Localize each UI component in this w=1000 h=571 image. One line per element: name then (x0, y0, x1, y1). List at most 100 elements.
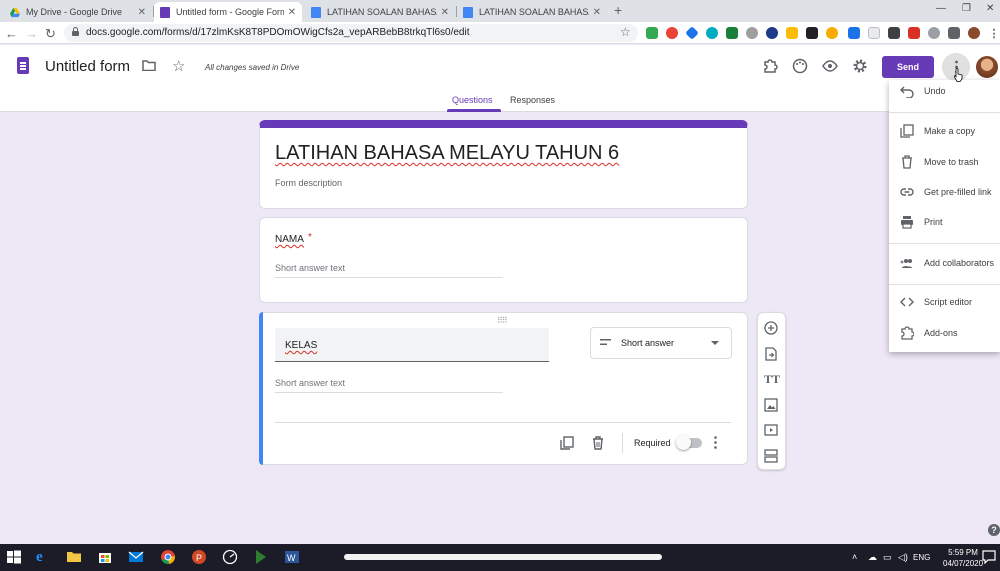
close-tab-icon[interactable]: ✕ (288, 7, 296, 18)
extension-icon[interactable] (848, 27, 860, 39)
help-icon[interactable]: ? (988, 524, 1000, 536)
settings-gear-icon[interactable] (852, 58, 868, 74)
tray-chevron-icon[interactable]: ˄ (852, 552, 857, 562)
chrome-icon[interactable] (160, 549, 176, 565)
browser-tab-docs-2[interactable]: LATIHAN SOALAN BAHASA MEL ✕ (457, 2, 607, 22)
delete-icon[interactable] (592, 436, 604, 450)
answer-underline (275, 392, 503, 393)
folder-icon[interactable] (142, 60, 156, 71)
extension-icon[interactable] (928, 27, 940, 39)
duplicate-icon[interactable] (560, 436, 574, 450)
menu-item-add-collaborators[interactable]: Add collaborators (900, 255, 994, 271)
extensions-puzzle-icon[interactable] (948, 27, 960, 39)
app-icon[interactable] (222, 549, 238, 565)
add-question-icon[interactable] (764, 321, 778, 335)
word-icon[interactable]: W (284, 549, 300, 565)
back-icon[interactable]: ← (5, 26, 18, 41)
add-section-icon[interactable] (764, 449, 778, 463)
question-title[interactable]: KELAS (285, 340, 317, 351)
forms-logo-icon[interactable] (17, 57, 29, 74)
extension-icon[interactable] (666, 27, 678, 39)
tab-questions[interactable]: Questions (452, 95, 493, 105)
extension-icon[interactable] (646, 27, 658, 39)
menu-item-label: Make a copy (924, 126, 976, 136)
import-questions-icon[interactable] (764, 347, 778, 361)
menu-item-print[interactable]: Print (900, 214, 943, 230)
close-window-icon[interactable]: ✕ (986, 3, 994, 14)
tab-responses[interactable]: Responses (510, 95, 555, 105)
question-more-icon[interactable] (714, 436, 717, 449)
preview-eye-icon[interactable] (822, 58, 838, 74)
profile-icon[interactable] (968, 27, 980, 39)
extension-icon[interactable] (888, 27, 900, 39)
svg-text:W: W (287, 553, 296, 563)
add-video-icon[interactable] (764, 423, 778, 437)
new-tab-button[interactable]: + (614, 2, 622, 18)
form-description-field[interactable]: Form description (275, 178, 342, 188)
document-title[interactable]: Untitled form (45, 58, 130, 75)
drag-handle-icon[interactable]: ⠿⠿ (497, 316, 508, 325)
browser-tab-docs-1[interactable]: LATIHAN SOALAN BAHASA MEL ✕ (305, 2, 455, 22)
menu-item-script-editor[interactable]: Script editor (900, 294, 972, 310)
notification-icon[interactable] (982, 550, 996, 564)
edge-icon[interactable]: e (36, 549, 52, 565)
short-answer-placeholder: Short answer text (275, 378, 346, 388)
reload-icon[interactable]: ↻ (45, 26, 56, 42)
extension-icon[interactable] (706, 27, 718, 39)
close-tab-icon[interactable]: ✕ (441, 7, 449, 18)
menu-item-undo[interactable]: Undo (900, 83, 946, 99)
question-title[interactable]: NAMA (275, 234, 304, 245)
add-image-icon[interactable] (764, 398, 778, 412)
palette-icon[interactable] (792, 58, 808, 74)
add-title-icon[interactable]: TT (764, 372, 780, 386)
forward-icon[interactable]: → (25, 26, 38, 41)
tab-title: LATIHAN SOALAN BAHASA MEL (327, 7, 437, 17)
menu-item-move-to-trash[interactable]: Move to trash (900, 154, 979, 170)
question-card-nama[interactable] (259, 217, 748, 303)
extension-icon[interactable] (908, 27, 920, 39)
extension-icon[interactable] (806, 27, 818, 39)
close-tab-icon[interactable]: ✕ (138, 7, 146, 18)
required-asterisk: * (308, 232, 312, 243)
extension-icon[interactable] (786, 27, 798, 39)
extension-icon[interactable] (726, 27, 738, 39)
minimize-icon[interactable]: — (936, 3, 946, 14)
addons-puzzle-icon[interactable] (762, 58, 778, 74)
close-tab-icon[interactable]: ✕ (593, 7, 601, 18)
browser-tab-drive[interactable]: My Drive - Google Drive ✕ (4, 2, 152, 22)
avatar[interactable] (976, 56, 998, 78)
volume-icon[interactable]: ◁) (898, 552, 908, 563)
extension-icon[interactable] (868, 27, 880, 39)
media-app-icon[interactable] (253, 549, 269, 565)
windows-start-icon[interactable] (6, 549, 22, 565)
mouse-cursor-icon (954, 68, 963, 82)
url-text[interactable]: docs.google.com/forms/d/17zlmKsK8T8PDOmO… (86, 27, 470, 38)
bookmark-star-icon[interactable]: ☆ (620, 25, 631, 39)
add-people-icon (900, 259, 912, 268)
network-icon[interactable]: ▭ (883, 552, 892, 563)
powerpoint-icon[interactable]: P (191, 549, 207, 565)
browser-tab-forms[interactable]: Untitled form - Google Forms ✕ (154, 2, 302, 22)
extension-icon[interactable] (746, 27, 758, 39)
menu-divider (889, 284, 1000, 285)
form-title[interactable]: LATIHAN BAHASA MELAYU TAHUN 6 (275, 142, 619, 165)
store-icon[interactable] (97, 549, 113, 565)
mail-icon[interactable] (128, 549, 144, 565)
language-indicator[interactable]: ENG (913, 553, 930, 562)
menu-item-add-ons[interactable]: Add-ons (900, 325, 958, 341)
active-tab-indicator (447, 109, 501, 112)
star-icon[interactable]: ☆ (172, 57, 185, 75)
clock[interactable]: 5:59 PM 04/07/2020 (943, 547, 983, 569)
cloud-icon[interactable]: ☁ (868, 552, 877, 563)
forms-favicon-icon (160, 6, 170, 18)
menu-item-prefilled-link[interactable]: Get pre-filled link (900, 184, 992, 200)
file-explorer-icon[interactable] (66, 549, 82, 565)
menu-item-make-copy[interactable]: Make a copy (900, 123, 975, 139)
browser-menu-icon[interactable]: ⋮ (988, 27, 1000, 40)
extension-icon[interactable] (766, 27, 778, 39)
required-toggle-knob[interactable] (676, 435, 691, 450)
send-button[interactable]: Send (882, 56, 934, 78)
copy-icon (900, 124, 914, 138)
extension-icon[interactable] (826, 27, 838, 39)
restore-icon[interactable]: ❐ (962, 3, 971, 14)
